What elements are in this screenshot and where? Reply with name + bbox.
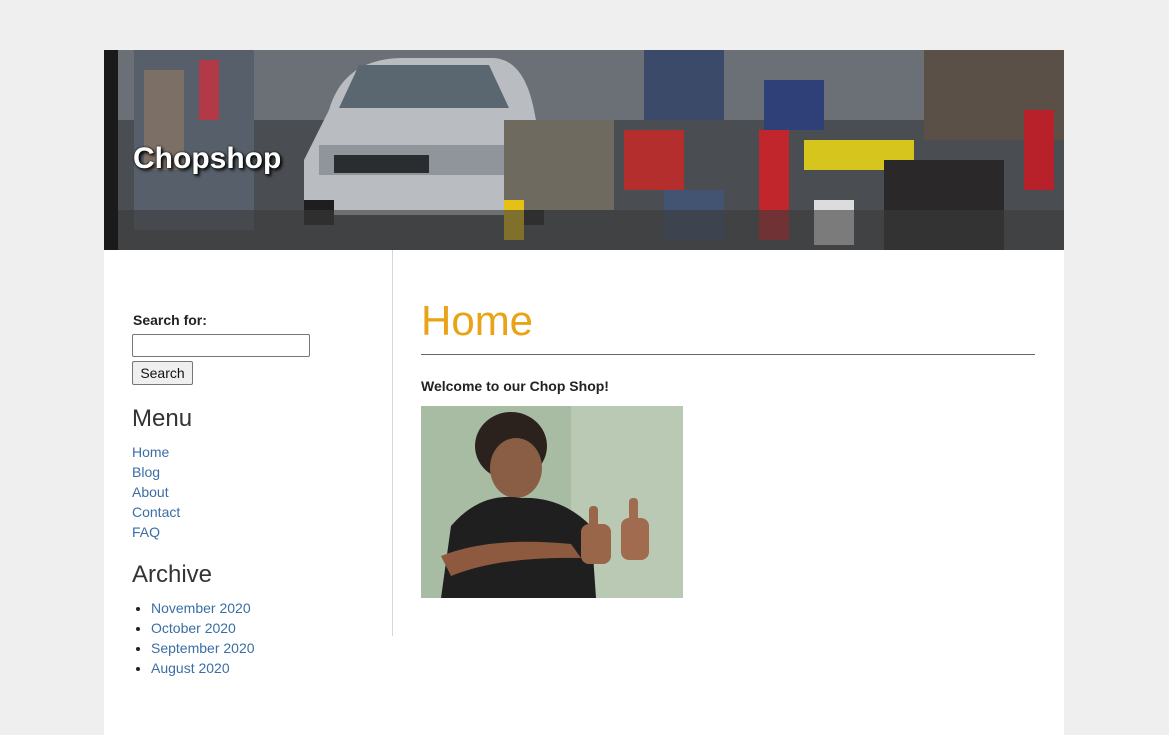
menu-link-home[interactable]: Home	[132, 444, 169, 460]
header-banner: Chopshop	[104, 50, 1064, 250]
welcome-text: Welcome to our Chop Shop!	[421, 378, 609, 394]
menu-item-home: Home	[132, 442, 180, 462]
archive-item: August 2020	[151, 658, 255, 678]
archive-link-november-2020[interactable]: November 2020	[151, 600, 251, 616]
menu-link-faq[interactable]: FAQ	[132, 524, 160, 540]
archive-item: September 2020	[151, 638, 255, 658]
archive-list: November 2020 October 2020 September 202…	[151, 598, 255, 678]
menu-link-contact[interactable]: Contact	[132, 504, 180, 520]
thumbs-up-photo	[421, 406, 683, 598]
menu-link-about[interactable]: About	[132, 484, 169, 500]
sidebar: Search for: Search Menu Home Blog About …	[104, 250, 393, 676]
menu-item-faq: FAQ	[132, 522, 180, 542]
menu-item-blog: Blog	[132, 462, 180, 482]
search-button[interactable]: Search	[132, 361, 193, 385]
photo-illustration	[421, 406, 683, 598]
menu-link-blog[interactable]: Blog	[132, 464, 160, 480]
menu-item-about: About	[132, 482, 180, 502]
search-input[interactable]	[132, 334, 310, 357]
page-title: Home	[421, 297, 534, 344]
menu-item-contact: Contact	[132, 502, 180, 522]
archive-link-october-2020[interactable]: October 2020	[151, 620, 236, 636]
site-title[interactable]: Chopshop	[133, 142, 281, 176]
archive-item: November 2020	[151, 598, 255, 618]
archive-link-september-2020[interactable]: September 2020	[151, 640, 255, 656]
archive-item: October 2020	[151, 618, 255, 638]
menu-heading: Menu	[132, 405, 193, 432]
archive-link-august-2020[interactable]: August 2020	[151, 660, 230, 676]
archive-heading: Archive	[132, 561, 213, 588]
search-label: Search for:	[133, 312, 207, 328]
page-container: Chopshop Search for: Search Menu Home Bl…	[104, 50, 1064, 735]
menu-list: Home Blog About Contact FAQ	[132, 442, 180, 542]
heading-divider	[421, 354, 1035, 355]
